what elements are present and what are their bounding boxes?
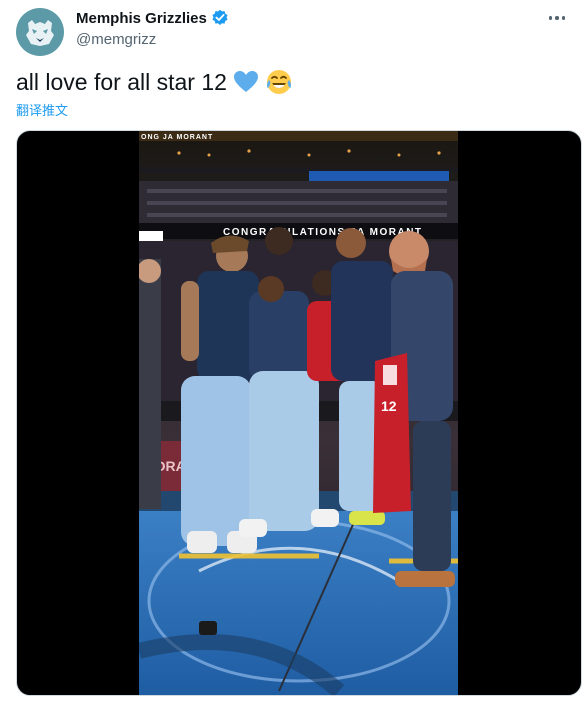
- account-avatar[interactable]: [16, 8, 64, 56]
- video-frame[interactable]: ONG JA MORANT CONGRATULATIONS JA MORANT …: [139, 131, 458, 695]
- video-still-image: ONG JA MORANT CONGRATULATIONS JA MORANT …: [139, 131, 458, 695]
- svg-text:12: 12: [381, 398, 397, 414]
- arena-banner-congrats: CONGRATULATIONS JA MORANT: [223, 227, 423, 238]
- arena-banner-top: ONG JA MORANT: [141, 134, 213, 141]
- tweet-video[interactable]: ONG JA MORANT CONGRATULATIONS JA MORANT …: [16, 130, 582, 696]
- tweet-text-content: all love for all star 12: [16, 68, 227, 95]
- more-options-icon[interactable]: [547, 10, 568, 26]
- translate-tweet-link[interactable]: 翻译推文: [16, 100, 68, 119]
- display-name[interactable]: Memphis Grizzlies: [76, 10, 207, 27]
- grizzly-bear-logo-icon: [26, 20, 54, 46]
- blue-heart-icon: [233, 70, 259, 94]
- face-with-tears-of-joy-icon: [265, 68, 293, 96]
- tweet-text: all love for all star 12: [16, 68, 293, 96]
- verified-badge-icon: [212, 9, 228, 26]
- account-handle[interactable]: @memgrizz: [76, 31, 156, 48]
